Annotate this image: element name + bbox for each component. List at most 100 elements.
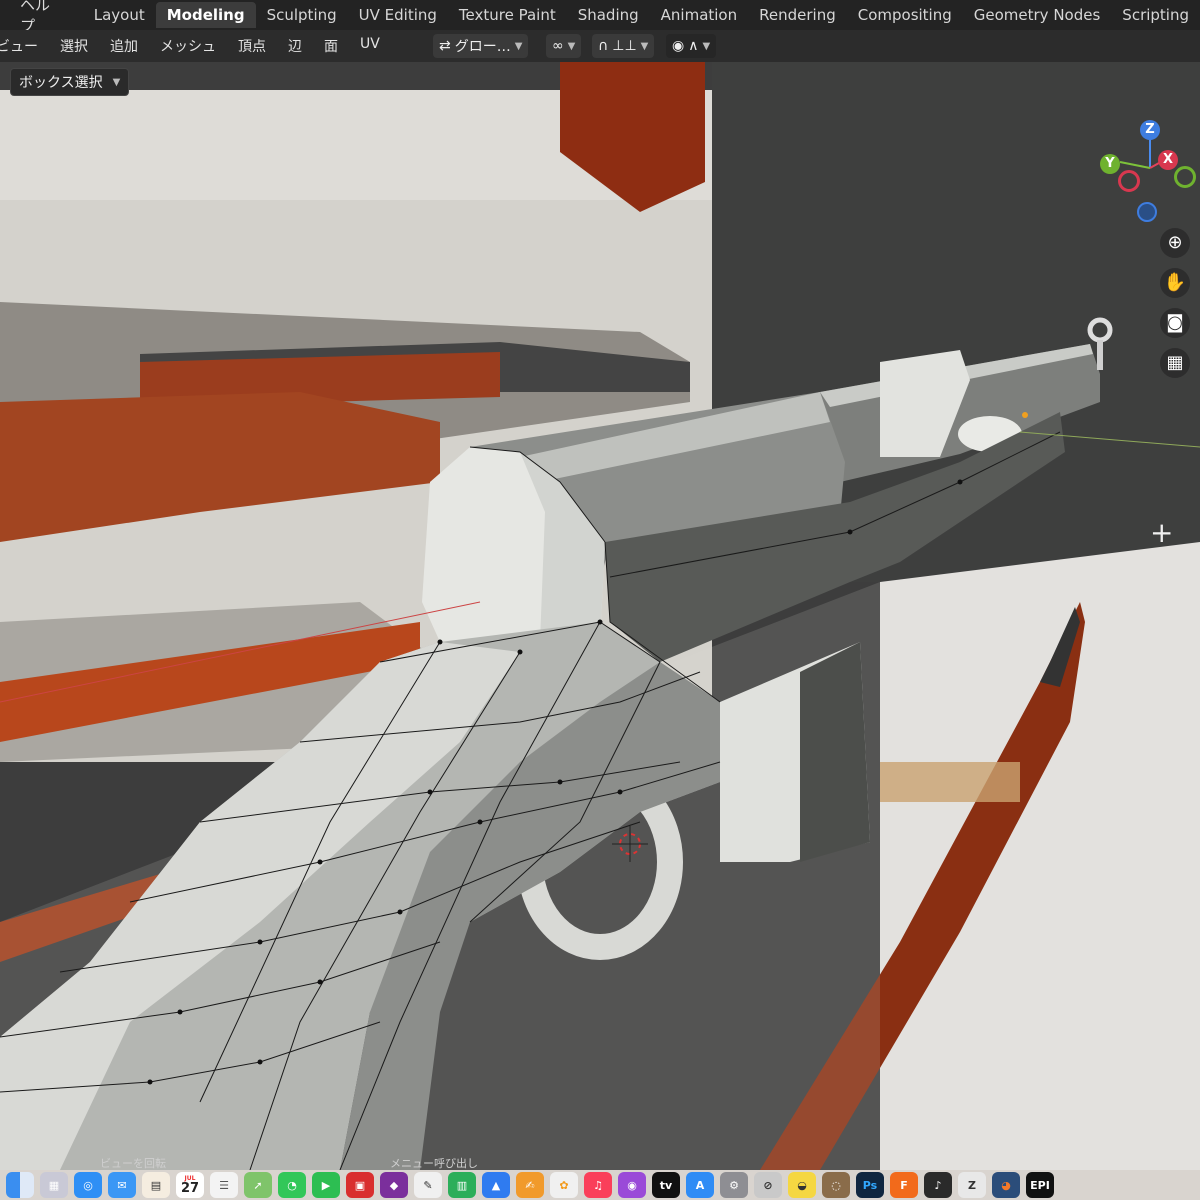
vertex (177, 1009, 183, 1015)
vertex (317, 859, 323, 865)
menu-add[interactable]: 追加 (110, 36, 138, 56)
workspace-tab-bar: ヘルプ Layout Modeling Sculpting UV Editing… (0, 0, 1200, 35)
photos-icon[interactable]: ✿ (550, 1172, 578, 1198)
menu-edge[interactable]: 辺 (288, 36, 302, 56)
gizmo-y-line (1119, 161, 1151, 169)
facetime-icon[interactable]: ▶ (312, 1172, 340, 1198)
menu-select[interactable]: 選択 (60, 36, 88, 56)
chevron-down-icon: ▼ (640, 40, 649, 52)
keynote-icon[interactable]: ▲ (482, 1172, 510, 1198)
zoom-icon[interactable]: ⊕ (1160, 228, 1190, 258)
reference-image-bottom (880, 542, 1200, 1170)
status-hint-menu: メニュー呼び出し (390, 1157, 478, 1170)
select-mode-label: ボックス選択 (19, 75, 103, 91)
tab-texture-paint[interactable]: Texture Paint (448, 2, 567, 28)
proportional-editing-toggle[interactable]: ◉ ∧ ▼ (666, 34, 717, 58)
proportional-icon: ◉ (672, 38, 685, 54)
macos-dock: ▦ ◎ ✉ ▤ JUL 27 ☰ ➚ ◔ ▶ ▣ ◆ ✎ ▥ ▲ ✍ ✿ ♫ ◉… (0, 1170, 1200, 1200)
menu-vertex[interactable]: 頂点 (238, 36, 266, 56)
vertex (257, 939, 263, 945)
snap-increment-icon: ⊥⊥ (612, 38, 637, 54)
vertex (597, 619, 603, 625)
pivot-dropdown[interactable]: ∞ ▼ (546, 34, 582, 58)
blender-icon[interactable]: ◕ (992, 1172, 1020, 1198)
calendar-icon[interactable]: JUL 27 (176, 1172, 204, 1198)
music-icon[interactable]: ♫ (584, 1172, 612, 1198)
zbrush-icon[interactable]: Z (958, 1172, 986, 1198)
orientation-icon: ⇄ (439, 38, 451, 54)
active-vertex (1022, 412, 1028, 418)
mesh-front-sight-post (1097, 340, 1103, 370)
hand-icon[interactable]: ✋ (1160, 268, 1190, 298)
select-mode-dropdown[interactable]: ボックス選択 ▼ (10, 68, 130, 96)
vertex (397, 909, 403, 915)
gizmo-y-ball[interactable]: Y (1100, 154, 1120, 174)
pdf-icon[interactable]: ▣ (346, 1172, 374, 1198)
podcasts-icon[interactable]: ◉ (618, 1172, 646, 1198)
vertex (437, 639, 443, 645)
photoshop-icon[interactable]: Ps (856, 1172, 884, 1198)
vertex (147, 1079, 153, 1085)
system-icon[interactable]: ⊘ (754, 1172, 782, 1198)
reminders-icon[interactable]: ☰ (210, 1172, 238, 1198)
tab-sculpting[interactable]: Sculpting (256, 2, 348, 28)
3d-viewport[interactable]: ボックス選択 ▼ Z Y X ⊕ ✋ ◙ ▦ + ビューを回転 メニュー呼び出し (0, 62, 1200, 1170)
gizmo-neg-y-ball[interactable] (1174, 166, 1196, 188)
safari-icon[interactable]: ◎ (74, 1172, 102, 1198)
tab-layout[interactable]: Layout (83, 2, 156, 28)
epic-icon[interactable]: EPI (1026, 1172, 1054, 1198)
maps-icon[interactable]: ➚ (244, 1172, 272, 1198)
notes-icon[interactable]: ✎ (414, 1172, 442, 1198)
affinity-icon[interactable]: ◆ (380, 1172, 408, 1198)
status-hint-rotate: ビューを回転 (100, 1157, 166, 1170)
duck-icon[interactable]: ◒ (788, 1172, 816, 1198)
grid-icon[interactable]: ▦ (1160, 348, 1190, 378)
messages-icon[interactable]: ◔ (278, 1172, 306, 1198)
vertex (257, 1059, 263, 1065)
tv-icon[interactable]: tv (652, 1172, 680, 1198)
tab-uv-editing[interactable]: UV Editing (348, 2, 448, 28)
menu-mesh[interactable]: メッシュ (160, 36, 216, 56)
vertex (477, 819, 483, 825)
camera-icon[interactable]: ◙ (1160, 308, 1190, 338)
appstore-icon[interactable]: A (686, 1172, 714, 1198)
vertex (847, 529, 853, 535)
pages-icon[interactable]: ✍ (516, 1172, 544, 1198)
tab-animation[interactable]: Animation (650, 2, 748, 28)
tab-scripting[interactable]: Scripting (1111, 2, 1200, 28)
gizmo-neg-x-ball[interactable] (1118, 170, 1140, 192)
vertex (517, 649, 523, 655)
settings-icon[interactable]: ⚙ (720, 1172, 748, 1198)
menu-uv[interactable]: UV (360, 36, 380, 56)
fusion-icon[interactable]: F (890, 1172, 918, 1198)
contacts-icon[interactable]: ▤ (142, 1172, 170, 1198)
finder-icon[interactable] (6, 1172, 34, 1198)
transform-orientation-dropdown[interactable]: ⇄ グロー… ▼ (433, 34, 529, 58)
vertex (617, 789, 623, 795)
shell-icon[interactable]: ◌ (822, 1172, 850, 1198)
workspace-tabs: Layout Modeling Sculpting UV Editing Tex… (83, 2, 1200, 28)
snapping-toggle[interactable]: ∩ ⊥⊥ ▼ (592, 34, 655, 58)
mesh-magazine-side (800, 642, 870, 862)
gizmo-neg-z-ball[interactable] (1137, 202, 1157, 222)
tab-modeling[interactable]: Modeling (155, 2, 256, 28)
mail-icon[interactable]: ✉ (108, 1172, 136, 1198)
falloff-icon: ∧ (688, 38, 699, 54)
tab-rendering[interactable]: Rendering (748, 2, 847, 28)
audio-icon[interactable]: ♪ (924, 1172, 952, 1198)
viewport-header: ビュー 選択 追加 メッシュ 頂点 辺 面 UV ⇄ グロー… ▼ ∞ ▼ ∩ … (0, 30, 1200, 62)
vertex (317, 979, 323, 985)
gizmo-z-ball[interactable]: Z (1140, 120, 1160, 140)
header-menus: ビュー 選択 追加 メッシュ 頂点 辺 面 UV (0, 36, 380, 56)
numbers-icon[interactable]: ▥ (448, 1172, 476, 1198)
gizmo-x-ball[interactable]: X (1158, 150, 1178, 170)
launchpad-icon[interactable]: ▦ (40, 1172, 68, 1198)
tab-shading[interactable]: Shading (567, 2, 650, 28)
tab-compositing[interactable]: Compositing (847, 2, 963, 28)
vertex (427, 789, 433, 795)
menu-view[interactable]: ビュー (0, 36, 38, 56)
menu-face[interactable]: 面 (324, 36, 338, 56)
chevron-down-icon: ▼ (514, 40, 523, 52)
orientation-label: グロー… (454, 39, 511, 55)
tab-geometry-nodes[interactable]: Geometry Nodes (963, 2, 1112, 28)
